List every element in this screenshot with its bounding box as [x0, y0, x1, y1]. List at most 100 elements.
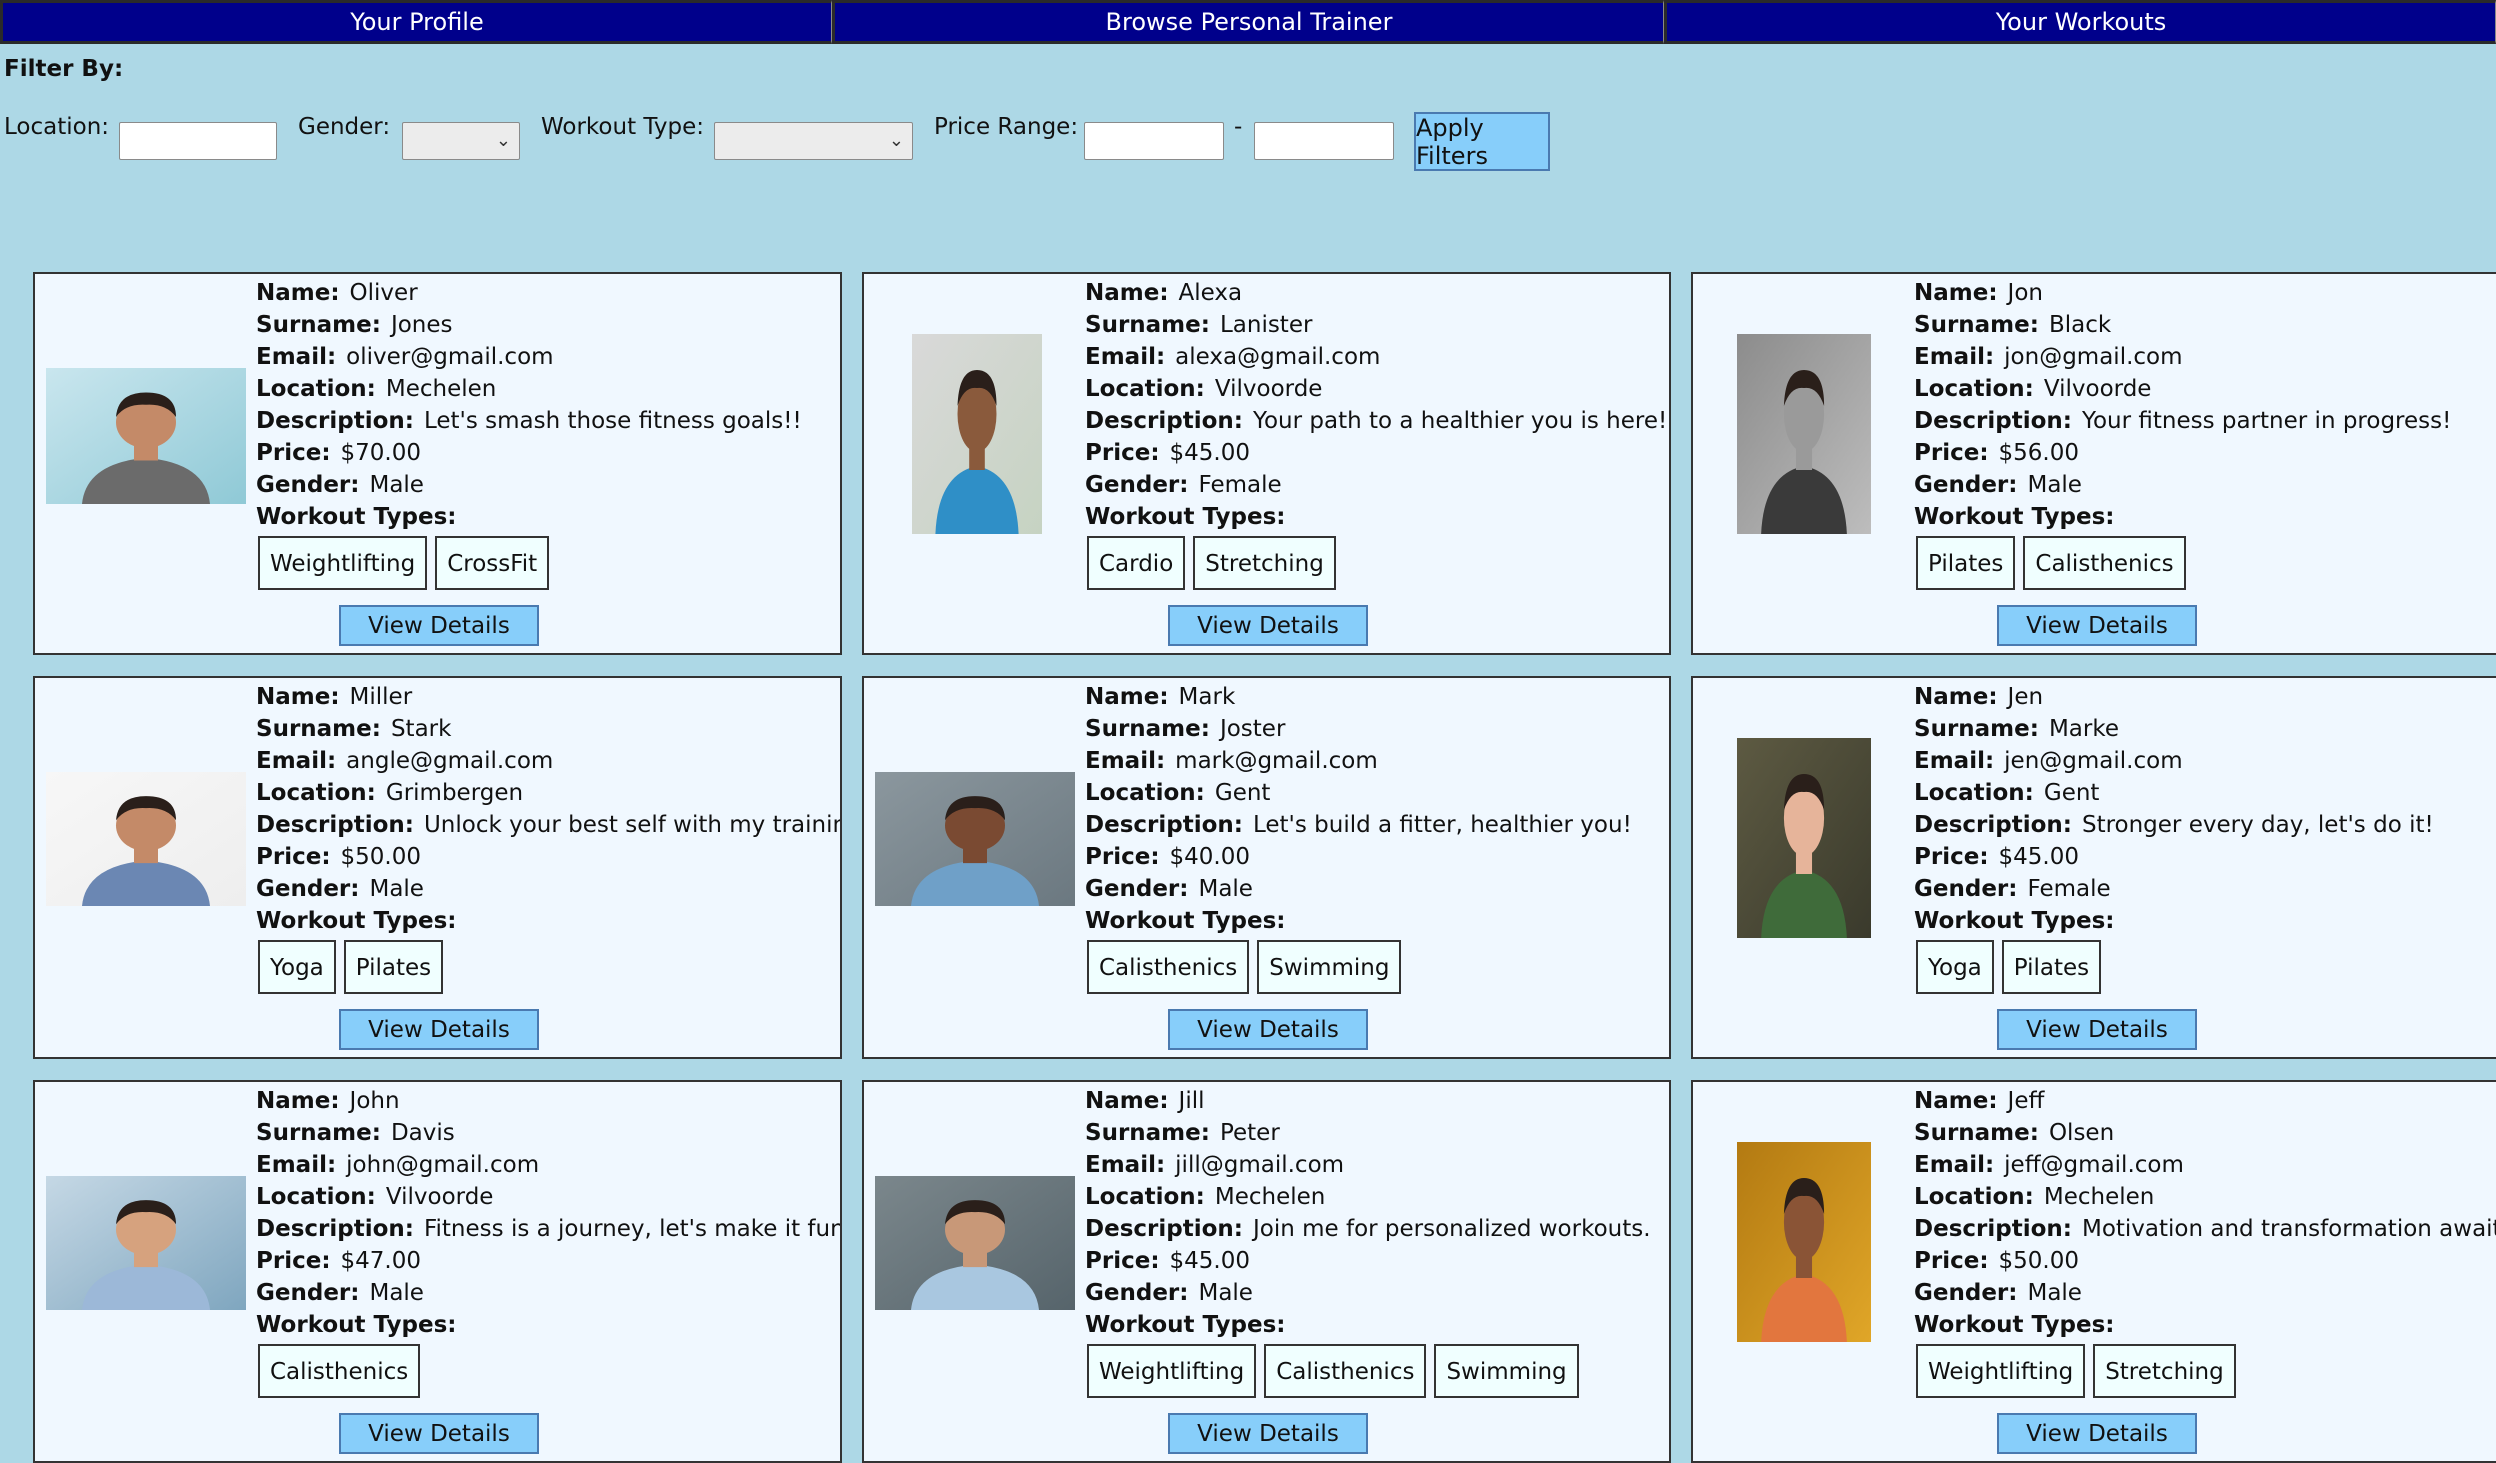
price-min-input[interactable] — [1084, 122, 1224, 160]
price-label: Price: — [1085, 844, 1160, 870]
workout-type-tag[interactable]: Swimming — [1257, 940, 1402, 994]
trainer-gender-row: Gender: Female — [1085, 469, 1669, 501]
trainer-name-row: Name: Alexa — [1085, 277, 1669, 309]
price-range-dash: - — [1234, 114, 1243, 140]
workout-type-tag[interactable]: Weightlifting — [1087, 1344, 1257, 1398]
nav-tab-your-workouts[interactable]: Your Workouts — [1664, 0, 2496, 44]
price-label: Price: — [1914, 844, 1989, 870]
trainer-photo — [875, 772, 1075, 906]
trainer-name-row: Name: Jill — [1085, 1085, 1669, 1117]
trainer-info: Name: Jon Surname: Black Email: jon@gmail.c… — [1914, 277, 2496, 533]
workout-type-tag[interactable]: Weightlifting — [258, 536, 428, 590]
workout-type-tag[interactable]: CrossFit — [435, 536, 550, 590]
surname-label: Surname: — [256, 312, 381, 338]
gender-label: Gender: — [1085, 472, 1189, 498]
trainer-location-row: Location: Grimbergen — [256, 777, 840, 809]
workout-type-tag[interactable]: Calisthenics — [258, 1344, 421, 1398]
trainer-name-row: Name: Mark — [1085, 681, 1669, 713]
trainer-info: Name: John Surname: Davis Email: john@gmail… — [256, 1085, 840, 1341]
gender-label: Gender: — [1914, 876, 2018, 902]
person-portrait-icon — [912, 334, 1042, 534]
trainer-price-row: Price: $70.00 — [256, 437, 840, 469]
trainer-surname-row: Surname: Jones — [256, 309, 840, 341]
trainer-description: Motivation and transformation await you — [2081, 1216, 2496, 1242]
chevron-down-icon: ⌄ — [888, 130, 904, 151]
trainer-description-row: Description: Motivation and transformatio… — [1914, 1213, 2496, 1245]
trainer-location: Grimbergen — [385, 780, 524, 806]
trainer-price: $45.00 — [1169, 440, 1250, 466]
view-details-button[interactable]: View Details — [1997, 605, 2197, 646]
name-label: Name: — [256, 684, 340, 710]
trainer-description: Unlock your best self with my training! — [423, 812, 840, 838]
workout-types-label: Workout Types: — [1085, 504, 1286, 530]
trainer-surname-row: Surname: Davis — [256, 1117, 840, 1149]
trainer-photo — [46, 1176, 246, 1310]
trainer-photo — [912, 334, 1042, 534]
workout-types-row: Workout Types: — [256, 1309, 840, 1341]
description-label: Description: — [256, 812, 414, 838]
trainer-email: jeff@gmail.com — [2004, 1152, 2184, 1178]
workout-type-filter-select[interactable]: ⌄ — [714, 122, 913, 160]
email-label: Email: — [1085, 344, 1166, 370]
email-label: Email: — [256, 748, 337, 774]
view-details-button[interactable]: View Details — [1168, 605, 1368, 646]
workout-type-tag[interactable]: Yoga — [1916, 940, 1994, 994]
trainer-description-row: Description: Stronger every day, let's do… — [1914, 809, 2496, 841]
workout-type-tag[interactable]: Pilates — [343, 940, 444, 994]
price-max-input[interactable] — [1254, 122, 1394, 160]
workout-type-tag[interactable]: Calisthenics — [2023, 536, 2186, 590]
gender-filter-select[interactable]: ⌄ — [402, 122, 520, 160]
workout-types-label: Workout Types: — [1914, 504, 2115, 530]
workout-type-tag[interactable]: Pilates — [2001, 940, 2102, 994]
trainer-location: Mechelen — [2043, 1184, 2155, 1210]
trainer-description-row: Description: Unlock your best self with m… — [256, 809, 840, 841]
view-details-button[interactable]: View Details — [1997, 1009, 2197, 1050]
workout-type-tag[interactable]: Cardio — [1087, 536, 1186, 590]
trainer-name: Alexa — [1178, 280, 1243, 306]
workout-type-tag[interactable]: Swimming — [1434, 1344, 1579, 1398]
gender-label: Gender: — [256, 876, 360, 902]
trainer-photo — [46, 368, 246, 504]
trainer-email-row: Email: jen@gmail.com — [1914, 745, 2496, 777]
trainer-location-row: Location: Vilvoorde — [1085, 373, 1669, 405]
workout-type-tag[interactable]: Yoga — [258, 940, 336, 994]
view-details-button[interactable]: View Details — [1168, 1009, 1368, 1050]
nav-tab-your-profile[interactable]: Your Profile — [0, 0, 832, 44]
view-details-button[interactable]: View Details — [339, 1413, 539, 1454]
workout-type-tag[interactable]: Stretching — [1193, 536, 1336, 590]
apply-filters-button[interactable]: Apply Filters — [1414, 112, 1550, 171]
trainer-name: Jen — [2007, 684, 2044, 710]
trainer-gender: Male — [2027, 472, 2082, 498]
name-label: Name: — [1085, 1088, 1169, 1114]
view-details-button[interactable]: View Details — [1997, 1413, 2197, 1454]
trainer-surname: Olsen — [2048, 1120, 2115, 1146]
workout-type-tag[interactable]: Calisthenics — [1087, 940, 1250, 994]
workout-type-tag[interactable]: Stretching — [2093, 1344, 2236, 1398]
email-label: Email: — [1085, 748, 1166, 774]
trainer-price: $45.00 — [1998, 844, 2079, 870]
workout-type-tag[interactable]: Calisthenics — [1264, 1344, 1427, 1398]
workout-type-tag[interactable]: Pilates — [1916, 536, 2016, 590]
workout-types-label: Workout Types: — [1085, 908, 1286, 934]
trainer-description-row: Description: Join me for personalized wor… — [1085, 1213, 1669, 1245]
nav-tab-browse-trainer[interactable]: Browse Personal Trainer — [832, 0, 1664, 44]
price-range-filter-label: Price Range: — [934, 114, 1079, 140]
view-details-button[interactable]: View Details — [339, 605, 539, 646]
trainer-name-row: Name: Jon — [1914, 277, 2496, 309]
view-details-button[interactable]: View Details — [1168, 1413, 1368, 1454]
view-details-button[interactable]: View Details — [339, 1009, 539, 1050]
surname-label: Surname: — [1914, 312, 2039, 338]
name-label: Name: — [1914, 1088, 1998, 1114]
location-filter-input[interactable] — [119, 122, 277, 160]
trainer-card: Name: Oliver Surname: Jones Email: oliver@g… — [33, 272, 842, 655]
surname-label: Surname: — [1085, 716, 1210, 742]
trainer-location: Vilvoorde — [1214, 376, 1323, 402]
workout-type-tag[interactable]: Weightlifting — [1916, 1344, 2086, 1398]
trainer-description: Stronger every day, let's do it! — [2081, 812, 2434, 838]
gender-label: Gender: — [1085, 876, 1189, 902]
trainer-description-row: Description: Your path to a healthier you… — [1085, 405, 1669, 437]
trainer-name: Mark — [1178, 684, 1236, 710]
workout-types-row: Workout Types: — [1085, 905, 1669, 937]
workout-types-label: Workout Types: — [256, 504, 457, 530]
trainer-description-row: Description: Let's smash those fitness go… — [256, 405, 840, 437]
